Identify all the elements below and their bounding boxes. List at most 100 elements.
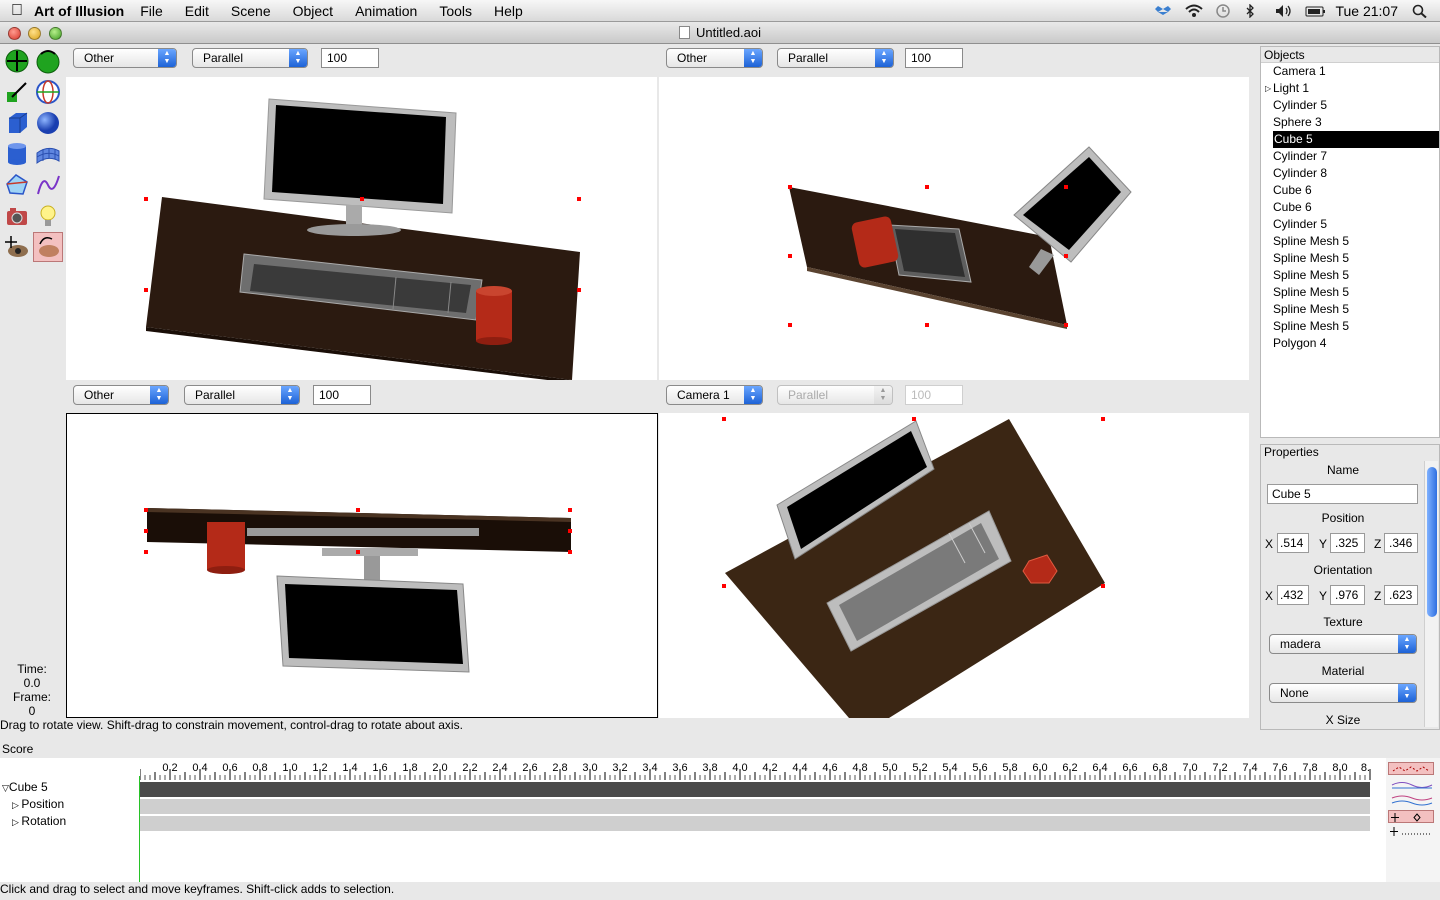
list-item[interactable]: Cylinder 7: [1261, 148, 1439, 165]
app-menu[interactable]: Art of Illusion: [34, 3, 124, 19]
material-select[interactable]: None ▲ ▼: [1269, 683, 1417, 703]
list-item[interactable]: Sphere 3: [1261, 114, 1439, 131]
selection-handle[interactable]: [360, 197, 364, 201]
track-rotation[interactable]: ▷ Rotation: [12, 814, 66, 828]
move-tool-icon[interactable]: [2, 46, 32, 76]
cube-tool-icon[interactable]: [2, 108, 32, 138]
battery-icon[interactable]: [1305, 4, 1326, 18]
menu-animation[interactable]: Animation: [355, 3, 417, 19]
selection-handle[interactable]: [925, 185, 929, 189]
time-ruler[interactable]: 0.2 0.4 0.6 0.8 1.0 1.2 1.4 1.6 1.8 2.0 2.2 2.4 2.6 2…: [140, 758, 1372, 782]
menu-object[interactable]: Object: [293, 3, 333, 19]
viewport-camera[interactable]: [659, 413, 1249, 718]
scrollbar-thumb[interactable]: [1427, 467, 1437, 617]
position-x-field[interactable]: .514: [1277, 533, 1309, 553]
viewport-3-projection-select[interactable]: Parallel ▲ ▼: [184, 385, 300, 405]
apple-menu-icon[interactable]: : [0, 2, 34, 20]
list-item[interactable]: Cylinder 5: [1261, 216, 1439, 233]
viewport-top-right[interactable]: [659, 77, 1249, 380]
time-cursor[interactable]: [139, 776, 140, 882]
list-item[interactable]: Cylinder 5: [1261, 97, 1439, 114]
selection-handle[interactable]: [912, 417, 916, 421]
list-item[interactable]: Spline Mesh 5: [1261, 301, 1439, 318]
selection-handle[interactable]: [144, 550, 148, 554]
selection-handle[interactable]: [722, 417, 726, 421]
list-item[interactable]: ▷ Light 1: [1261, 80, 1439, 97]
viewport-3-scale-field[interactable]: 100: [313, 385, 371, 405]
selection-handle[interactable]: [144, 508, 148, 512]
menu-tools[interactable]: Tools: [439, 3, 472, 19]
orientation-y-field[interactable]: .976: [1330, 585, 1365, 605]
list-item[interactable]: Spline Mesh 5: [1261, 284, 1439, 301]
dropbox-icon[interactable]: [1155, 4, 1172, 18]
track-graph-mode-icon[interactable]: [1388, 793, 1434, 806]
scale-tool-icon[interactable]: [33, 77, 63, 107]
rotate-view-tool-icon[interactable]: [33, 232, 63, 262]
list-item[interactable]: Spline Mesh 5: [1261, 233, 1439, 250]
selection-handle[interactable]: [577, 197, 581, 201]
list-item[interactable]: Spline Mesh 5: [1261, 318, 1439, 335]
menu-help[interactable]: Help: [494, 3, 523, 19]
expand-triangle-icon[interactable]: ▷: [12, 800, 21, 810]
texture-select[interactable]: madera ▲ ▼: [1269, 634, 1417, 654]
selection-handle[interactable]: [722, 584, 726, 588]
move-view-tool-icon[interactable]: [2, 232, 32, 262]
menu-file[interactable]: File: [140, 3, 163, 19]
track-bar-object[interactable]: [140, 782, 1370, 797]
list-item[interactable]: Cube 6: [1261, 199, 1439, 216]
selection-handle[interactable]: [568, 529, 572, 533]
zoom-window-button[interactable]: [49, 27, 62, 40]
curve-tool-icon[interactable]: [33, 170, 63, 200]
selection-handle[interactable]: [144, 288, 148, 292]
selection-handle[interactable]: [356, 550, 360, 554]
cylinder-tool-icon[interactable]: [2, 139, 32, 169]
viewport-1-view-select[interactable]: Other ▲ ▼: [73, 48, 177, 68]
track-object[interactable]: ▽Cube 5: [2, 780, 48, 794]
list-item[interactable]: Spline Mesh 5: [1261, 250, 1439, 267]
move-keyframe-tool-icon[interactable]: [1388, 810, 1434, 823]
expand-triangle-icon[interactable]: ▷: [12, 817, 21, 827]
orientation-z-field[interactable]: .623: [1384, 585, 1418, 605]
score-timeline[interactable]: 0.2 0.4 0.6 0.8 1.0 1.2 1.4 1.6 1.8 2.0 2.2 2.4 2.6 2…: [0, 758, 1386, 882]
track-bar-position[interactable]: [140, 799, 1370, 814]
bluetooth-icon[interactable]: [1245, 3, 1261, 19]
viewport-4-view-select[interactable]: Camera 1 ▲ ▼: [666, 385, 763, 405]
selection-handle[interactable]: [788, 254, 792, 258]
selection-handle[interactable]: [788, 323, 792, 327]
disclosure-triangle-icon[interactable]: ▷: [1265, 80, 1271, 97]
list-item[interactable]: Cube 6: [1261, 182, 1439, 199]
selection-handle[interactable]: [1064, 323, 1068, 327]
collapse-triangle-icon[interactable]: ▽: [2, 783, 9, 793]
selection-handle[interactable]: [1064, 254, 1068, 258]
selection-handle[interactable]: [1101, 417, 1105, 421]
rotate-tool-icon[interactable]: [33, 46, 63, 76]
viewport-1-scale-field[interactable]: 100: [321, 48, 379, 68]
list-item[interactable]: Spline Mesh 5: [1261, 267, 1439, 284]
wifi-icon[interactable]: [1185, 4, 1204, 18]
selection-handle[interactable]: [925, 323, 929, 327]
viewport-2-projection-select[interactable]: Parallel ▲ ▼: [777, 48, 894, 68]
list-item[interactable]: Camera 1: [1261, 63, 1439, 80]
viewport-1-projection-select[interactable]: Parallel ▲ ▼: [192, 48, 308, 68]
track-bar-rotation[interactable]: [140, 816, 1370, 831]
selection-handle[interactable]: [1101, 584, 1105, 588]
multi-graph-mode-icon[interactable]: [1388, 778, 1434, 791]
list-item[interactable]: Cylinder 8: [1261, 165, 1439, 182]
name-field[interactable]: Cube 5: [1267, 484, 1418, 504]
selection-handle[interactable]: [577, 288, 581, 292]
time-machine-icon[interactable]: [1215, 4, 1231, 18]
selection-handle[interactable]: [1064, 185, 1068, 189]
viewport-bottom-left[interactable]: [66, 413, 658, 718]
menu-edit[interactable]: Edit: [185, 3, 209, 19]
scale-keyframe-tool-icon[interactable]: [1388, 825, 1434, 838]
list-item[interactable]: Polygon 4: [1261, 335, 1439, 352]
light-tool-icon[interactable]: [33, 201, 63, 231]
selection-handle[interactable]: [144, 529, 148, 533]
position-y-field[interactable]: .325: [1330, 533, 1365, 553]
close-window-button[interactable]: [8, 27, 21, 40]
skew-tool-icon[interactable]: [2, 77, 32, 107]
minimize-window-button[interactable]: [28, 27, 41, 40]
single-graph-mode-icon[interactable]: [1388, 762, 1434, 775]
sphere-tool-icon[interactable]: [33, 108, 63, 138]
selection-handle[interactable]: [788, 185, 792, 189]
